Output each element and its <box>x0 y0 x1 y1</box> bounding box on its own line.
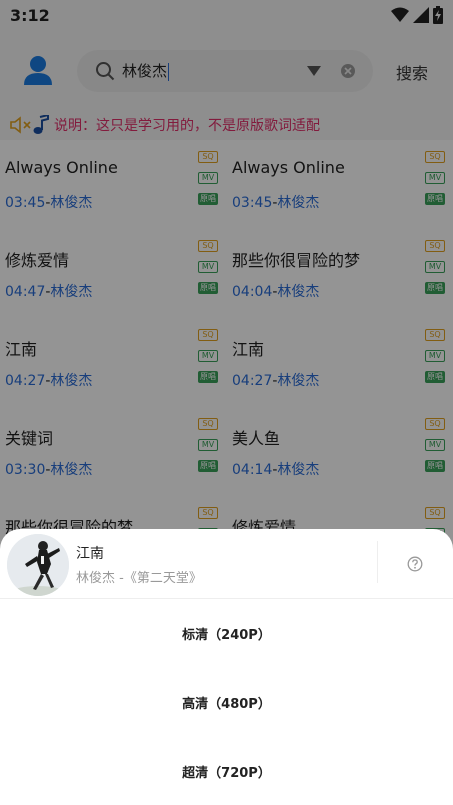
album-cover <box>7 534 69 596</box>
sheet-song-subtitle: 林俊杰 -《第二天堂》 <box>76 571 202 586</box>
album-cover-art <box>7 534 69 596</box>
quality-option-480p[interactable]: 高清（480P） <box>0 684 453 720</box>
sheet-song-title: 江南 <box>76 546 104 562</box>
quality-bottom-sheet: 江南 林俊杰 -《第二天堂》 标清（240P） 高清（480P） 超清（720P… <box>0 529 453 805</box>
quality-option-240p[interactable]: 标清（240P） <box>0 615 453 651</box>
divider <box>377 541 378 583</box>
question-circle-icon[interactable] <box>407 556 423 572</box>
sheet-header: 江南 林俊杰 -《第二天堂》 <box>0 529 453 599</box>
quality-option-720p[interactable]: 超清（720P） <box>0 753 453 789</box>
